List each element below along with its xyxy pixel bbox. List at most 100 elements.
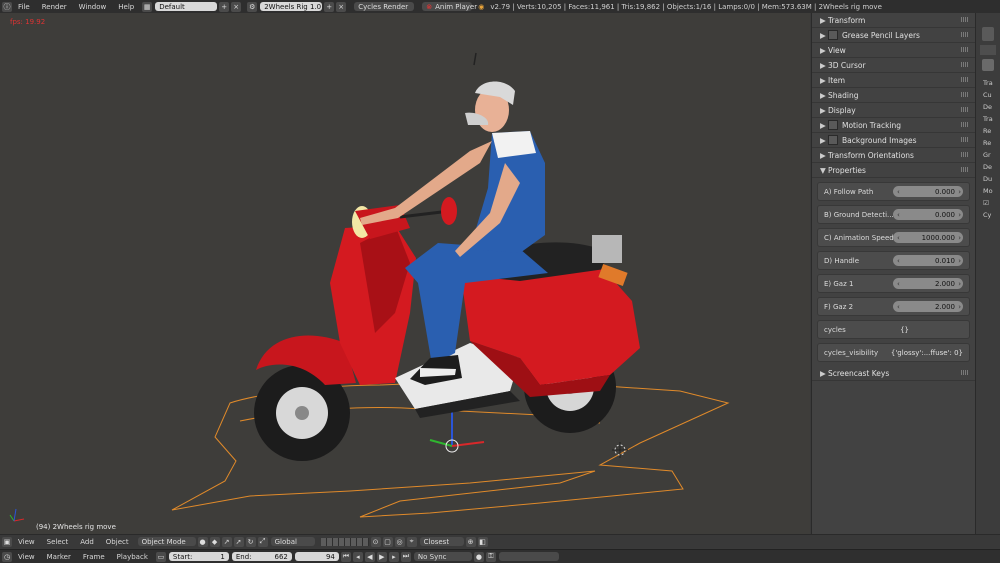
- current-frame-field[interactable]: 94: [294, 552, 339, 561]
- start-frame-field[interactable]: Start: 1: [168, 552, 229, 561]
- opengl-render-icon[interactable]: ◧: [477, 536, 488, 547]
- animation-speed-slider[interactable]: 1000.000: [893, 232, 963, 243]
- jump-start-icon[interactable]: ⏮: [340, 551, 351, 562]
- panel-checkbox[interactable]: [828, 120, 838, 130]
- menu-render[interactable]: Render: [36, 3, 73, 11]
- snap-align-icon[interactable]: ⊕: [465, 536, 476, 547]
- menu-frame[interactable]: Frame: [77, 553, 111, 561]
- menu-add[interactable]: Add: [74, 538, 100, 546]
- lock-icon[interactable]: ⊙: [370, 536, 381, 547]
- strip-item[interactable]: De: [976, 163, 1000, 175]
- rotate-icon[interactable]: ↻: [245, 536, 256, 547]
- keying-set-field[interactable]: [498, 552, 559, 561]
- drag-grip-icon[interactable]: [961, 47, 969, 52]
- drag-grip-icon[interactable]: [961, 92, 969, 97]
- menu-select[interactable]: Select: [41, 538, 75, 546]
- record-icon[interactable]: ●: [473, 551, 484, 562]
- scene-tab-icon[interactable]: [982, 59, 994, 71]
- viewport-shading-icon[interactable]: ●: [197, 536, 208, 547]
- drag-grip-icon[interactable]: [961, 77, 969, 82]
- drag-grip-icon[interactable]: [961, 32, 969, 37]
- panel-display[interactable]: ▶ Display: [812, 103, 975, 118]
- strip-item-checkbox[interactable]: ☑: [976, 199, 1000, 211]
- editor-type-icon[interactable]: ⓘ: [2, 1, 12, 12]
- gaz-2-slider[interactable]: 2.000: [893, 301, 963, 312]
- ground-detection-slider[interactable]: 0.000: [893, 209, 963, 220]
- menu-playback[interactable]: Playback: [111, 553, 154, 561]
- drag-grip-icon[interactable]: [961, 137, 969, 142]
- scene-selector[interactable]: 2Wheels Rig 1.0: [260, 2, 323, 11]
- object-tab-icon[interactable]: [980, 45, 996, 55]
- next-keyframe-icon[interactable]: ▸: [388, 551, 399, 562]
- strip-item[interactable]: Mo: [976, 187, 1000, 199]
- scale-icon[interactable]: ⤢: [257, 536, 268, 547]
- property-cycles[interactable]: cycles{}: [817, 320, 970, 339]
- remove-scene-button[interactable]: ×: [336, 1, 347, 12]
- manipulator-toggle-icon[interactable]: ↗: [221, 536, 232, 547]
- screen-layout-icon[interactable]: ▦: [142, 1, 153, 12]
- pivot-point-icon[interactable]: ◆: [209, 536, 220, 547]
- drag-grip-icon[interactable]: [961, 17, 969, 22]
- panel-grease-pencil-layers[interactable]: ▶ Grease Pencil Layers: [812, 28, 975, 43]
- strip-item[interactable]: Du: [976, 175, 1000, 187]
- menu-marker[interactable]: Marker: [41, 553, 77, 561]
- strip-item[interactable]: Re: [976, 127, 1000, 139]
- drag-grip-icon[interactable]: [961, 370, 969, 375]
- add-scene-button[interactable]: +: [324, 1, 335, 12]
- prev-keyframe-icon[interactable]: ◂: [352, 551, 363, 562]
- sync-mode-selector[interactable]: No Sync: [413, 552, 472, 561]
- editor-type-icon[interactable]: ◷: [2, 551, 12, 562]
- panel-motion-tracking[interactable]: ▶ Motion Tracking: [812, 118, 975, 133]
- panel-item[interactable]: ▶ Item: [812, 73, 975, 88]
- strip-item[interactable]: Tra: [976, 115, 1000, 127]
- transform-orientation-selector[interactable]: Global: [270, 537, 315, 546]
- layer-buttons[interactable]: [320, 537, 369, 546]
- remove-layout-button[interactable]: ×: [231, 1, 242, 12]
- strip-item[interactable]: Cu: [976, 91, 1000, 103]
- translate-icon[interactable]: ➚: [233, 536, 244, 547]
- render-preview-icon[interactable]: ▢: [382, 536, 393, 547]
- strip-item[interactable]: Cy: [976, 211, 1000, 223]
- screen-layout-selector[interactable]: Default: [155, 2, 218, 11]
- strip-item[interactable]: Re: [976, 139, 1000, 151]
- keying-set-icon[interactable]: ⚿: [485, 551, 496, 562]
- strip-item[interactable]: Tra: [976, 79, 1000, 91]
- layer-grid[interactable]: [320, 537, 369, 546]
- panel-checkbox[interactable]: [828, 135, 838, 145]
- panel-3d-cursor[interactable]: ▶ 3D Cursor: [812, 58, 975, 73]
- preview-range-icon[interactable]: ▭: [155, 551, 166, 562]
- scene-icon[interactable]: ⚙: [247, 1, 258, 12]
- snap-icon[interactable]: ⌖: [406, 536, 417, 547]
- mode-selector[interactable]: Object Mode: [137, 537, 196, 546]
- drag-grip-icon[interactable]: [961, 107, 969, 112]
- handle-slider[interactable]: 0.010: [893, 255, 963, 266]
- panel-transform[interactable]: ▶ Transform: [812, 13, 975, 28]
- proportional-edit-icon[interactable]: ◎: [394, 536, 405, 547]
- drag-grip-icon[interactable]: [961, 122, 969, 127]
- panel-checkbox[interactable]: [828, 30, 838, 40]
- menu-object[interactable]: Object: [100, 538, 135, 546]
- menu-view[interactable]: View: [12, 553, 41, 561]
- anim-player-button[interactable]: ⊗ Anim Player: [422, 2, 477, 11]
- panel-view[interactable]: ▶ View: [812, 43, 975, 58]
- add-layout-button[interactable]: +: [219, 1, 230, 12]
- render-engine-selector[interactable]: Cycles Render: [354, 2, 415, 11]
- play-icon[interactable]: ▶: [376, 551, 387, 562]
- drag-grip-icon[interactable]: [961, 62, 969, 67]
- panel-transform-orientations[interactable]: ▶ Transform Orientations: [812, 148, 975, 163]
- render-tab-icon[interactable]: [982, 27, 994, 41]
- play-reverse-icon[interactable]: ◀: [364, 551, 375, 562]
- editor-type-icon[interactable]: ▣: [2, 536, 12, 547]
- panel-background-images[interactable]: ▶ Background Images: [812, 133, 975, 148]
- menu-file[interactable]: File: [12, 3, 36, 11]
- end-frame-field[interactable]: End: 662: [231, 552, 292, 561]
- panel-properties[interactable]: ▼ Properties: [812, 163, 975, 178]
- follow-path-slider[interactable]: 0.000: [893, 186, 963, 197]
- jump-end-icon[interactable]: ⏭: [400, 551, 411, 562]
- menu-view[interactable]: View: [12, 538, 41, 546]
- strip-item[interactable]: Gr: [976, 151, 1000, 163]
- 3d-viewport[interactable]: fps: 19.92 (94) 2Wheels rig move: [0, 13, 810, 534]
- snap-target-selector[interactable]: Closest: [419, 537, 464, 546]
- menu-help[interactable]: Help: [112, 3, 140, 11]
- strip-item[interactable]: De: [976, 103, 1000, 115]
